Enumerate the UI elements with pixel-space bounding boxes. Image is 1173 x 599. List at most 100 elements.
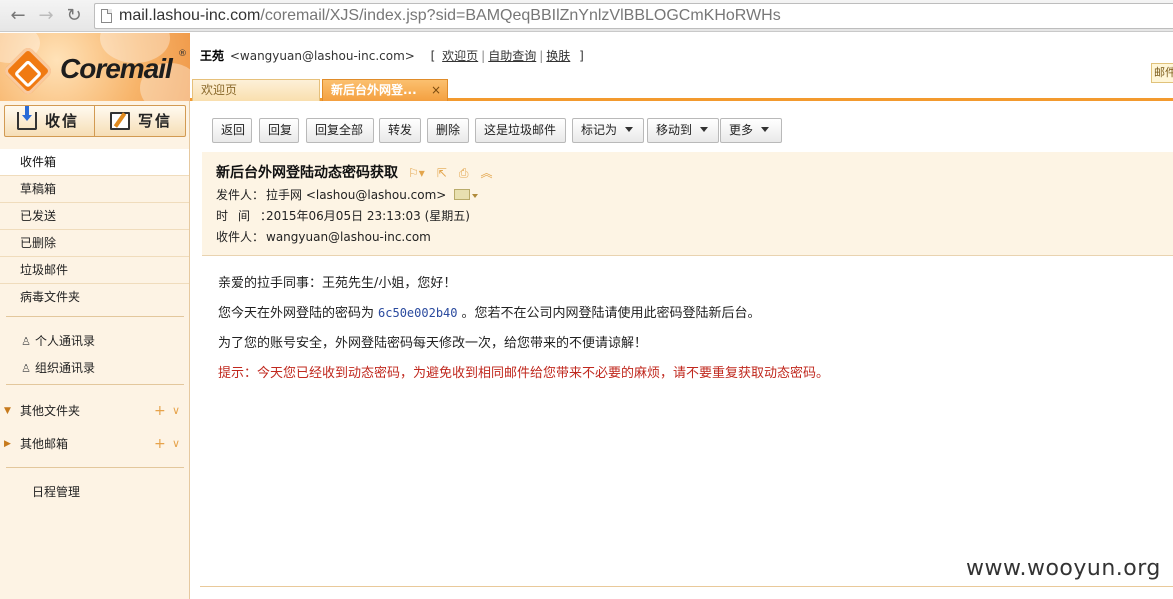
from-value[interactable]: 拉手网 <lashou@lashou.com> [266, 188, 446, 202]
brand-name: Coremail [60, 53, 173, 84]
sidebar-divider [6, 384, 184, 385]
back-arrow-icon[interactable]: ← [6, 4, 30, 28]
more-dropdown[interactable]: 更多 [720, 118, 782, 143]
bracket-open: [ [430, 49, 436, 63]
registered-mark: ® [178, 49, 187, 59]
caret-right-icon: ▶ [4, 439, 11, 449]
other-folders-group[interactable]: ▼ 其他文件夹 + ∨ [0, 401, 189, 421]
coremail-logo: Coremail ® [0, 33, 190, 101]
time-row: 时间：2015年06月05日 23:13:03 (星期五) [216, 207, 470, 224]
url-host: mail.lashou-inc.com [119, 7, 261, 24]
forward-button[interactable]: 转发 [379, 118, 421, 143]
password-prefix: 您今天在外网登陆的密码为 [218, 306, 375, 321]
compose-button[interactable]: 写信 [96, 106, 186, 136]
user-name: 王苑 [200, 49, 225, 63]
reply-all-button[interactable]: 回复全部 [306, 118, 374, 143]
group-icon: ♙ [21, 362, 31, 375]
personal-contacts-link[interactable]: ♙ 个人通讯录 [20, 332, 95, 349]
self-service-link[interactable]: 自助查询 [488, 49, 536, 63]
compose-label: 写信 [138, 112, 173, 130]
url-path: /coremail/XJS/index.jsp?sid=BAMQeqBBIlZn… [260, 7, 781, 24]
caret-down-icon [700, 127, 709, 132]
password-line: 您今天在外网登陆的密码为 6c50e002b40 。您若不在公司内网登陆请使用此密码… [218, 302, 761, 321]
group-label: 其他邮箱 [20, 437, 69, 451]
mail-view: 返回 回复 回复全部 转发 删除 这是垃圾邮件 标记为 移动到 更多 新后台外网… [190, 104, 1173, 599]
contact-card-icon[interactable] [454, 189, 471, 200]
message-subject: 新后台外网登陆动态密码获取 [216, 165, 398, 181]
folder-list: 收件箱 草稿箱 已发送 已删除 垃圾邮件 病毒文件夹 [0, 149, 189, 311]
security-line: 为了您的账号安全，外网登陆密码每天修改一次，给您带来的不便请谅解！ [218, 336, 648, 351]
contact-label: 个人通讯录 [35, 334, 96, 348]
from-row: 发件人： 拉手网 <lashou@lashou.com> [216, 186, 479, 203]
sidebar-item-sent[interactable]: 已发送 [0, 203, 189, 230]
delete-button[interactable]: 删除 [427, 118, 469, 143]
dynamic-password: 6c50e002b40 [378, 306, 458, 320]
bracket-close: ] [579, 49, 584, 63]
from-label: 发件人： [216, 188, 265, 202]
open-new-window-icon[interactable]: ⇱ [437, 166, 447, 180]
print-icon[interactable]: ⎙ [459, 166, 469, 180]
mark-as-dropdown[interactable]: 标记为 [572, 118, 644, 143]
flag-icon[interactable]: ⚐▾ [408, 166, 425, 180]
password-suffix: 。您若不在公司内网登陆请使用此密码登陆新后台。 [461, 306, 761, 321]
tab-current-mail[interactable]: 新后台外网登... × [322, 79, 448, 101]
address-bar[interactable]: mail.lashou-inc.com/coremail/XJS/index.j… [94, 3, 1173, 29]
sidebar-item-deleted[interactable]: 已删除 [0, 230, 189, 257]
collapse-icon[interactable]: ︽ [480, 166, 492, 180]
to-label: 收件人： [216, 230, 265, 244]
bottom-divider [200, 586, 1173, 587]
sidebar-item-inbox[interactable]: 收件箱 [0, 149, 189, 176]
caret-down-icon: ▼ [4, 406, 11, 416]
message-header: 新后台外网登陆动态密码获取 ⚐▾ ⇱ ⎙ ︽ 发件人： 拉手网 <lashou@lash… [202, 152, 1173, 256]
caret-down-icon[interactable] [472, 193, 479, 198]
add-icon[interactable]: + [154, 401, 166, 421]
time-value: 2015年06月05日 23:13:03 (星期五) [266, 209, 470, 223]
receive-label: 收信 [45, 112, 80, 130]
browser-toolbar: ← → ↻ mail.lashou-inc.com/coremail/XJS/i… [0, 0, 1173, 32]
mark-spam-button[interactable]: 这是垃圾邮件 [475, 118, 566, 143]
reply-button[interactable]: 回复 [259, 118, 299, 143]
contact-label: 组织通讯录 [35, 361, 96, 375]
caret-down-icon [625, 127, 634, 132]
reload-icon[interactable]: ↻ [62, 4, 86, 28]
close-icon[interactable]: × [431, 80, 441, 100]
chevron-down-icon[interactable]: ∨ [172, 434, 180, 454]
back-button[interactable]: 返回 [212, 118, 252, 143]
org-contacts-link[interactable]: ♙ 组织通讯录 [20, 359, 95, 376]
dropdown-label: 标记为 [581, 123, 618, 137]
dropdown-label: 移动到 [656, 123, 693, 137]
dropdown-label: 更多 [729, 123, 754, 137]
inbox-download-icon [17, 106, 37, 130]
calendar-link[interactable]: 日程管理 [32, 483, 80, 500]
watermark: www.wooyun.org [966, 556, 1161, 581]
greeting-line: 亲爱的拉手同事：王苑先生/小姐，您好！ [218, 276, 457, 291]
welcome-link[interactable]: 欢迎页 [442, 49, 478, 63]
time-label: 时间： [216, 209, 283, 223]
url-text[interactable]: mail.lashou-inc.com/coremail/XJS/index.j… [119, 7, 781, 25]
tab-bar: 欢迎页 新后台外网登... × [190, 79, 1173, 101]
compose-pencil-icon [110, 112, 130, 130]
sidebar-item-spam[interactable]: 垃圾邮件 [0, 257, 189, 284]
change-skin-link[interactable]: 换肤 [546, 49, 570, 63]
tab-label: 欢迎页 [201, 83, 238, 97]
group-label: 其他文件夹 [20, 404, 81, 418]
add-icon[interactable]: + [154, 434, 166, 454]
tab-welcome[interactable]: 欢迎页 [192, 79, 320, 101]
sidebar: 收信 写信 收件箱 草稿箱 已发送 已删除 垃圾邮件 病毒文件夹 ♙ 个人通讯录 … [0, 101, 190, 599]
chevron-down-icon[interactable]: ∨ [172, 401, 180, 421]
sidebar-item-virus[interactable]: 病毒文件夹 [0, 284, 189, 311]
to-row: 收件人： wangyuan@lashou-inc.com [216, 228, 431, 245]
sidebar-divider [6, 316, 184, 317]
receive-button[interactable]: 收信 [5, 106, 95, 136]
tip-line: 提示：今天您已经收到动态密码，为避免收到相同邮件给您带来不必要的麻烦，请不要重复… [218, 366, 830, 381]
forward-arrow-icon[interactable]: → [34, 4, 58, 28]
sidebar-item-drafts[interactable]: 草稿箱 [0, 176, 189, 203]
other-mailboxes-group[interactable]: ▶ 其他邮箱 + ∨ [0, 434, 189, 454]
sidebar-divider [6, 467, 184, 468]
to-value[interactable]: wangyuan@lashou-inc.com [266, 230, 431, 244]
tab-label: 新后台外网登... [331, 83, 417, 97]
caret-down-icon [761, 127, 770, 132]
move-to-dropdown[interactable]: 移动到 [647, 118, 719, 143]
person-icon: ♙ [21, 335, 31, 348]
mail-actions: 收信 写信 [4, 105, 186, 137]
